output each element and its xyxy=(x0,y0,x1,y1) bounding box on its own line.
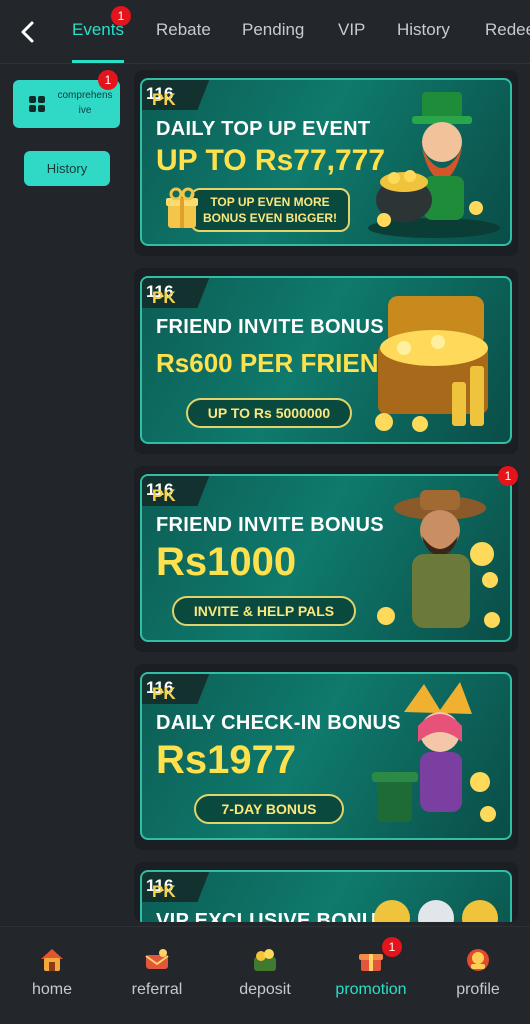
back-arrow-icon[interactable] xyxy=(14,18,42,46)
nav-promotion[interactable]: promotion xyxy=(326,947,416,999)
banner-amount: UP TO Rs77,777 xyxy=(156,144,386,177)
profile-icon xyxy=(467,949,489,971)
referral-icon xyxy=(145,949,169,969)
banner-amount: Rs1977 xyxy=(156,738,297,782)
tab-vip[interactable]: VIP xyxy=(338,20,365,40)
nav-label: home xyxy=(31,981,73,998)
event-banner: PK 116 DAILY CHECK-IN BONUS Rs1977 7-DAY … xyxy=(140,672,512,840)
comprehensive-notification-badge: 1 xyxy=(98,70,118,90)
event-notification-badge: 1 xyxy=(498,466,518,486)
nav-referral[interactable]: referral xyxy=(112,947,202,999)
banner-cta: 7-DAY BONUS xyxy=(194,794,344,824)
nav-label: deposit xyxy=(239,981,291,998)
event-card-friend-invite-1000[interactable]: PK 116 FRIEND INVITE BONUS Rs1000 INVITE … xyxy=(134,466,518,652)
events-notification-badge: 1 xyxy=(111,6,131,26)
brand-logo: PK 116 xyxy=(142,278,210,308)
leprechaun-illustration-icon xyxy=(368,92,500,238)
event-banner: PK 116 FRIEND INVITE BONUS Rs600 PER FRIE… xyxy=(140,276,512,444)
event-card-daily-check-in[interactable]: PK 116 DAILY CHECK-IN BONUS Rs1977 7-DAY … xyxy=(134,664,518,850)
banner-cta: TOP UP EVEN MORE BONUS EVEN BIGGER! xyxy=(190,188,350,232)
event-card-vip-exclusive[interactable]: PK 116 VIP EXCLUSIVE BONUS xyxy=(134,862,518,922)
grid-icon xyxy=(29,96,45,112)
event-banner: PK 116 FRIEND INVITE BONUS Rs1000 INVITE … xyxy=(140,474,512,642)
tab-rebate[interactable]: Rebate xyxy=(156,20,211,40)
banner-headline: VIP EXCLUSIVE BONUS xyxy=(156,910,391,922)
brand-logo: PK 116 xyxy=(142,872,210,902)
event-card-friend-invite-600[interactable]: PK 116 FRIEND INVITE BONUS Rs600 PER FRIE… xyxy=(134,268,518,454)
promotion-notification-badge: 1 xyxy=(382,937,402,957)
bottom-navigation: home referral deposit promotion 1 profil… xyxy=(0,926,530,1024)
banner-headline: DAILY TOP UP EVENT xyxy=(156,118,371,140)
event-banner: PK 116 DAILY TOP UP EVENT UP TO Rs77,777 … xyxy=(140,78,512,246)
sidebar-item-label: comprehensive xyxy=(57,90,113,116)
treasure-chest-icon xyxy=(375,296,488,432)
nav-home[interactable]: home xyxy=(7,947,97,999)
banner-cta: INVITE & HELP PALS xyxy=(172,596,356,626)
banner-amount: Rs600 PER FRIEND xyxy=(156,348,398,378)
brand-logo: PK 116 xyxy=(142,674,210,704)
banner-cta: UP TO Rs 5000000 xyxy=(186,398,352,428)
tab-redeem[interactable]: Redee xyxy=(485,20,530,40)
deposit-icon xyxy=(254,949,276,971)
event-banner: PK 116 VIP EXCLUSIVE BONUS xyxy=(140,870,512,922)
nav-label: referral xyxy=(131,981,183,998)
jester-illustration-icon xyxy=(372,682,496,822)
nav-deposit[interactable]: deposit xyxy=(220,947,310,999)
promotion-icon xyxy=(359,954,383,971)
tab-history[interactable]: History xyxy=(397,20,450,40)
brand-logo: PK 116 xyxy=(142,476,210,506)
banner-amount: Rs1000 xyxy=(156,540,297,584)
top-tab-bar: Events 1 Rebate Pending VIP History Rede… xyxy=(0,0,530,64)
sidebar-item-history[interactable]: History xyxy=(24,151,110,186)
event-card-daily-top-up[interactable]: PK 116 DAILY TOP UP EVENT UP TO Rs77,777 … xyxy=(134,70,518,256)
adventurer-illustration-icon xyxy=(377,490,500,628)
vip-badge-icon xyxy=(374,900,498,922)
nav-label: promotion xyxy=(335,981,407,998)
banner-headline: FRIEND INVITE BONUS xyxy=(156,514,384,536)
brand-logo: PK 116 xyxy=(142,80,210,110)
banner-headline: FRIEND INVITE BONUS xyxy=(156,316,384,338)
home-icon xyxy=(41,949,63,971)
nav-label: profile xyxy=(456,981,500,998)
tab-pending[interactable]: Pending xyxy=(242,20,304,40)
active-tab-indicator xyxy=(72,60,124,63)
gift-box-icon xyxy=(166,187,198,228)
nav-profile[interactable]: profile xyxy=(433,947,523,999)
